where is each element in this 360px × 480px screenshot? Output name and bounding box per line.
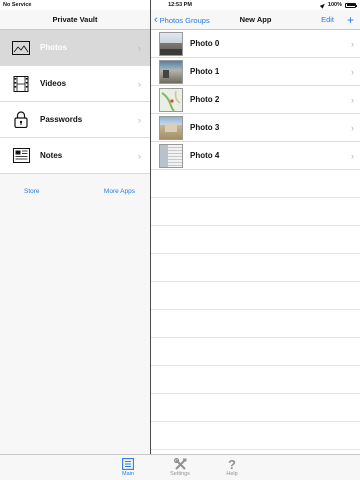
empty-row xyxy=(151,226,360,254)
empty-row xyxy=(151,170,360,198)
photo-icon xyxy=(12,39,30,57)
clock-label: 12:53 PM xyxy=(168,2,192,8)
status-bar: No Service 12:53 PM 100% xyxy=(0,0,360,10)
photo-label: Photo 2 xyxy=(190,95,220,104)
photo-row[interactable]: Photo 3 › xyxy=(151,114,360,142)
battery-icon xyxy=(345,2,357,8)
film-icon xyxy=(12,75,30,93)
chevron-left-icon: ‹ xyxy=(154,14,158,26)
tools-icon xyxy=(160,457,200,471)
empty-row xyxy=(151,422,360,450)
chevron-right-icon: › xyxy=(138,150,141,161)
lock-icon xyxy=(12,111,30,129)
photo-row[interactable]: Photo 0 › xyxy=(151,30,360,58)
master-title: Private Vault xyxy=(0,10,150,30)
chevron-right-icon: › xyxy=(351,150,354,161)
empty-row xyxy=(151,366,360,394)
chevron-right-icon: › xyxy=(138,42,141,53)
chevron-right-icon: › xyxy=(138,114,141,125)
chevron-right-icon: › xyxy=(351,66,354,77)
empty-row xyxy=(151,338,360,366)
menu-item-videos[interactable]: Videos › xyxy=(0,66,150,102)
photo-thumbnail xyxy=(159,87,183,112)
empty-row xyxy=(151,198,360,226)
add-button[interactable]: + xyxy=(347,10,354,30)
list-icon xyxy=(108,457,148,471)
back-button-label: Photos Groups xyxy=(159,15,210,25)
question-icon: ? xyxy=(228,456,236,472)
photo-label: Photo 1 xyxy=(190,67,220,76)
photo-label: Photo 3 xyxy=(190,123,220,132)
menu-item-passwords[interactable]: Passwords › xyxy=(0,102,150,138)
store-link[interactable]: Store xyxy=(24,188,40,195)
location-icon xyxy=(319,1,327,9)
photo-thumbnail xyxy=(159,115,183,140)
photo-label: Photo 0 xyxy=(190,39,220,48)
menu-item-label: Photos xyxy=(40,43,68,52)
empty-row xyxy=(151,394,360,422)
menu-item-photos[interactable]: Photos › xyxy=(0,30,150,66)
menu-item-label: Passwords xyxy=(40,115,83,124)
empty-row xyxy=(151,282,360,310)
tab-label: Main xyxy=(122,471,134,477)
chevron-right-icon: › xyxy=(351,38,354,49)
chevron-right-icon: › xyxy=(138,78,141,89)
chevron-right-icon: › xyxy=(351,122,354,133)
tab-settings[interactable]: Settings xyxy=(160,457,200,477)
master-pane: Private Vault Photos › Videos › Password… xyxy=(0,10,150,454)
chevron-right-icon: › xyxy=(351,94,354,105)
footer-links: Store More Apps xyxy=(0,174,150,208)
menu-item-label: Videos xyxy=(40,79,67,88)
tab-label: Help xyxy=(226,471,238,477)
more-apps-link[interactable]: More Apps xyxy=(104,188,135,195)
photo-row[interactable]: Photo 4 › xyxy=(151,142,360,170)
tab-bar: Main Settings ? Help xyxy=(0,454,360,480)
photo-thumbnail xyxy=(159,59,183,84)
status-right: 100% xyxy=(319,1,357,9)
tab-main[interactable]: Main xyxy=(108,457,148,477)
detail-navbar: ‹ Photos Groups New App Edit + xyxy=(151,10,360,30)
detail-pane: ‹ Photos Groups New App Edit + Photo 0 ›… xyxy=(151,10,360,454)
empty-row xyxy=(151,310,360,338)
menu-item-notes[interactable]: Notes › xyxy=(0,138,150,174)
tab-label: Settings xyxy=(170,471,190,477)
empty-row xyxy=(151,254,360,282)
photo-label: Photo 4 xyxy=(190,151,220,160)
photo-thumbnail xyxy=(159,31,183,56)
menu-item-label: Notes xyxy=(40,151,63,160)
battery-percent: 100% xyxy=(327,2,342,8)
photo-row[interactable]: Photo 1 › xyxy=(151,58,360,86)
edit-button[interactable]: Edit xyxy=(321,10,334,30)
notes-icon xyxy=(12,147,30,165)
photo-row[interactable]: Photo 2 › xyxy=(151,86,360,114)
tab-help[interactable]: ? Help xyxy=(212,456,252,478)
back-button[interactable]: ‹ Photos Groups xyxy=(154,10,210,30)
photo-thumbnail xyxy=(159,143,183,168)
